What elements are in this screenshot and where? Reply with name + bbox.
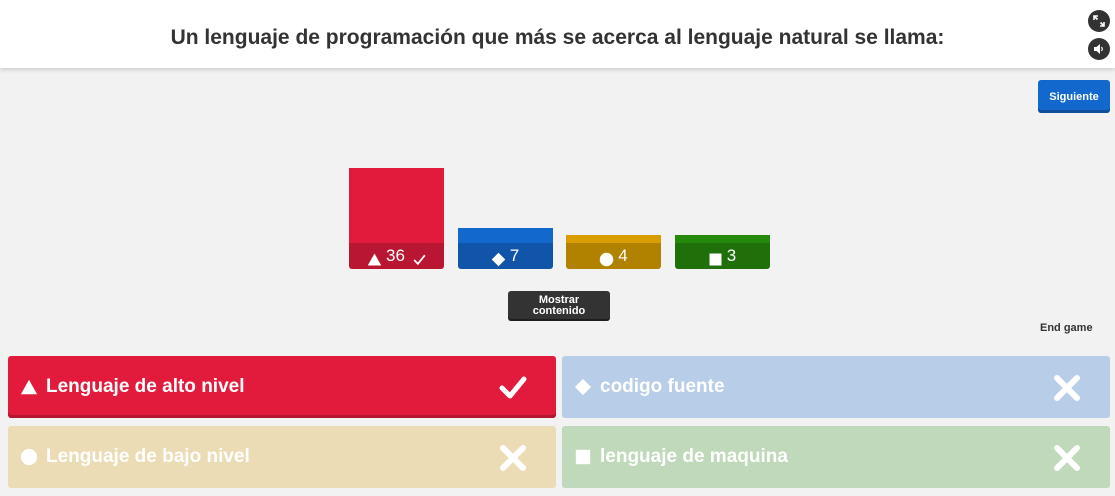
show-content-button[interactable]: Mostrar contenido xyxy=(508,291,610,321)
check-icon xyxy=(412,249,426,266)
result-bar-square: 3 xyxy=(674,235,770,269)
result-bar-fill xyxy=(566,235,661,243)
cross-icon xyxy=(1052,443,1082,473)
answer-text: lenguaje de maquina xyxy=(600,446,788,467)
sound-button[interactable] xyxy=(1088,38,1110,60)
result-bar-fill xyxy=(349,168,444,243)
result-bar-label: 7 xyxy=(458,243,553,269)
result-count: 3 xyxy=(726,246,737,265)
result-bar-diamond: 7 xyxy=(457,228,553,269)
next-button[interactable]: Siguiente xyxy=(1038,80,1110,113)
diamond-icon xyxy=(574,378,592,396)
triangle-icon xyxy=(367,249,382,265)
circle-icon xyxy=(20,448,38,466)
answer-triangle: Lenguaje de alto nivel xyxy=(8,356,556,418)
result-bar-fill xyxy=(457,228,553,243)
circle-icon xyxy=(599,249,614,266)
answer-square: lenguaje de maquina xyxy=(562,426,1110,488)
square-icon xyxy=(708,249,723,265)
end-game-link[interactable]: End game xyxy=(1040,322,1093,334)
result-bar-triangle: 36 xyxy=(349,168,444,269)
answer-text: Lenguaje de alto nivel xyxy=(46,376,245,397)
expand-icon xyxy=(1093,15,1105,27)
question-text: Un lenguaje de programación que más se a… xyxy=(170,26,945,49)
result-bar-label: 36 xyxy=(349,243,444,269)
result-count: 4 xyxy=(618,246,628,265)
result-bar-fill xyxy=(674,235,770,243)
result-bar-circle: 4 xyxy=(566,235,661,269)
answer-text: Lenguaje de bajo nivel xyxy=(46,446,250,467)
fullscreen-button[interactable] xyxy=(1088,10,1110,32)
check-icon xyxy=(498,373,528,403)
answer-text: codigo fuente xyxy=(600,376,725,397)
question-header: Un lenguaje de programación que más se a… xyxy=(0,0,1115,68)
result-count: 7 xyxy=(509,246,520,265)
triangle-icon xyxy=(20,378,38,396)
answer-diamond: codigo fuente xyxy=(562,356,1110,418)
square-icon xyxy=(574,448,592,466)
cross-icon xyxy=(498,443,528,473)
speaker-icon xyxy=(1094,44,1103,54)
result-count: 36 xyxy=(386,246,405,265)
result-bar-label: 4 xyxy=(566,243,661,269)
cross-icon xyxy=(1052,373,1082,403)
result-bar-label: 3 xyxy=(675,243,770,269)
show-content-line-2: contenido xyxy=(532,305,586,317)
diamond-icon xyxy=(491,249,506,266)
answer-circle: Lenguaje de bajo nivel xyxy=(8,426,556,488)
